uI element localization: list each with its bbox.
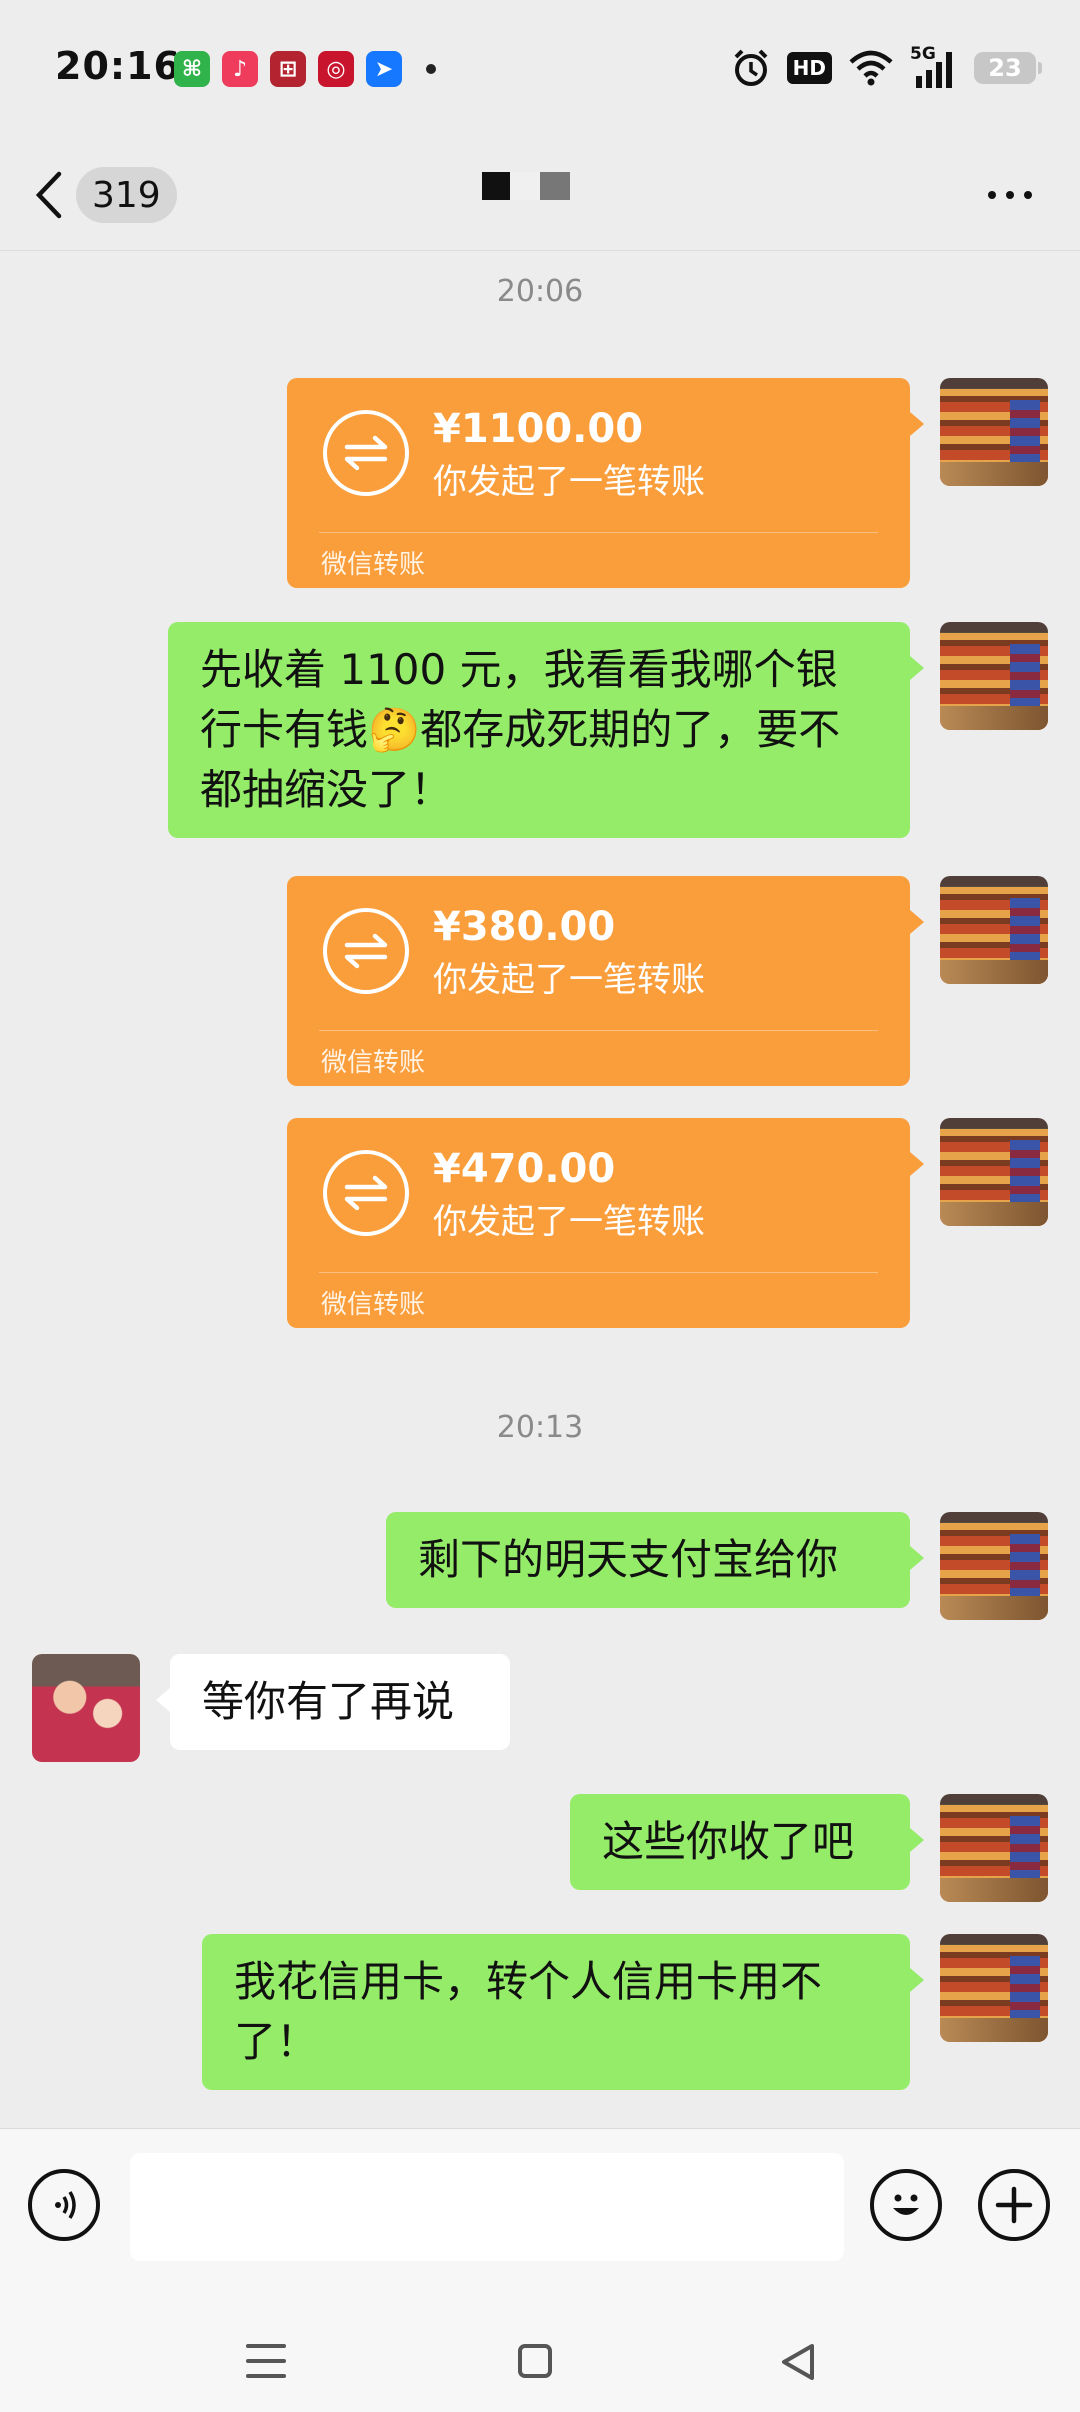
transfer-card[interactable]: ¥1100.00 你发起了一笔转账 微信转账 (287, 378, 924, 588)
message-bubble[interactable]: 这些你收了吧 (570, 1794, 924, 1890)
alarm-icon (734, 49, 768, 86)
home-button[interactable] (518, 2344, 552, 2378)
divider (319, 1272, 878, 1273)
wifi-icon (849, 50, 893, 86)
menu-line-icon (246, 2344, 286, 2348)
battery-level: 23 (988, 54, 1022, 82)
message-bubble[interactable]: 剩下的明天支付宝给你 (386, 1512, 924, 1608)
network-type: 5G (910, 44, 936, 64)
transfer-footer: 微信转账 (321, 1290, 426, 1320)
timestamp: 20:13 (496, 1410, 584, 1445)
bank-of-china-icon: ◎ (318, 51, 354, 87)
recent-apps-button[interactable] (246, 2344, 286, 2378)
voice-input-button[interactable] (28, 2169, 100, 2241)
transfer-footer: 微信转账 (321, 550, 426, 580)
message-bubble[interactable]: 等你有了再说 (156, 1654, 510, 1750)
message-input[interactable] (130, 2153, 844, 2261)
message-input-bar (0, 2128, 1080, 2293)
alipay-icon: ➤ (366, 51, 402, 87)
my-avatar[interactable] (940, 1118, 1048, 1226)
contact-avatar[interactable] (32, 1654, 140, 1762)
status-time: 20:16 (55, 44, 181, 88)
back-button[interactable]: 319 (34, 160, 184, 230)
my-avatar[interactable] (940, 378, 1048, 486)
menu-line-icon (246, 2359, 286, 2363)
message-bubble[interactable]: 先收着 1100 元，我看看我哪个银行卡有钱🤔都存成死期的了，要不都抽缩没了！ (168, 622, 924, 838)
transfer-exchange-icon (323, 1150, 409, 1236)
more-notifications-dot (426, 64, 436, 74)
timestamp: 20:06 (496, 274, 584, 309)
my-avatar[interactable] (940, 1794, 1048, 1902)
my-avatar[interactable] (940, 1934, 1048, 2042)
transfer-footer: 微信转账 (321, 1048, 426, 1078)
cellular-signal-icon: 5G (910, 44, 958, 88)
plus-icon (995, 2186, 1033, 2224)
transfer-amount: ¥1100.00 (433, 406, 644, 452)
transfer-exchange-icon (323, 410, 409, 496)
message-bubble[interactable]: 我花信用卡，转个人信用卡用不了！ (202, 1934, 924, 2090)
menu-line-icon (246, 2374, 286, 2378)
more-functions-button[interactable] (978, 2169, 1050, 2241)
hd-badge: HD (786, 52, 832, 84)
divider (319, 1030, 878, 1031)
transfer-description: 你发起了一笔转账 (433, 462, 705, 502)
system-back-button[interactable] (778, 2342, 818, 2382)
music-app-icon: ♪ (222, 51, 258, 87)
dot-icon (1024, 191, 1032, 199)
app-notification-icon: ⌘ (174, 51, 210, 87)
system-navigation-bar (0, 2292, 1080, 2412)
transfer-exchange-icon (323, 908, 409, 994)
transfer-card[interactable]: ¥470.00 你发起了一笔转账 微信转账 (287, 1118, 924, 1328)
my-avatar[interactable] (940, 876, 1048, 984)
transfer-description: 你发起了一笔转账 (433, 1202, 705, 1242)
contact-name-redacted (482, 172, 570, 200)
battery-icon: 23 (974, 52, 1042, 84)
transfer-amount: ¥470.00 (433, 1146, 616, 1192)
emoji-button[interactable] (870, 2169, 942, 2241)
my-avatar[interactable] (940, 622, 1048, 730)
chevron-left-icon (35, 171, 62, 219)
transfer-card[interactable]: ¥380.00 你发起了一笔转账 微信转账 (287, 876, 924, 1086)
status-icons: HD 5G 23 (731, 44, 1042, 90)
more-options-button[interactable] (980, 180, 1040, 210)
status-bar: 20:16 ⌘ ♪ ⊞ ◎ ➤ HD 5G 23 (0, 0, 1080, 140)
dot-icon (1006, 191, 1014, 199)
transfer-description: 你发起了一笔转账 (433, 960, 705, 1000)
unread-count-badge: 319 (76, 167, 177, 223)
bank-app-icon: ⊞ (270, 51, 306, 87)
my-avatar[interactable] (940, 1512, 1048, 1620)
dot-icon (988, 191, 996, 199)
voice-icon (55, 2191, 76, 2219)
emoji-icon (893, 2194, 919, 2215)
transfer-amount: ¥380.00 (433, 904, 616, 950)
divider (319, 532, 878, 533)
